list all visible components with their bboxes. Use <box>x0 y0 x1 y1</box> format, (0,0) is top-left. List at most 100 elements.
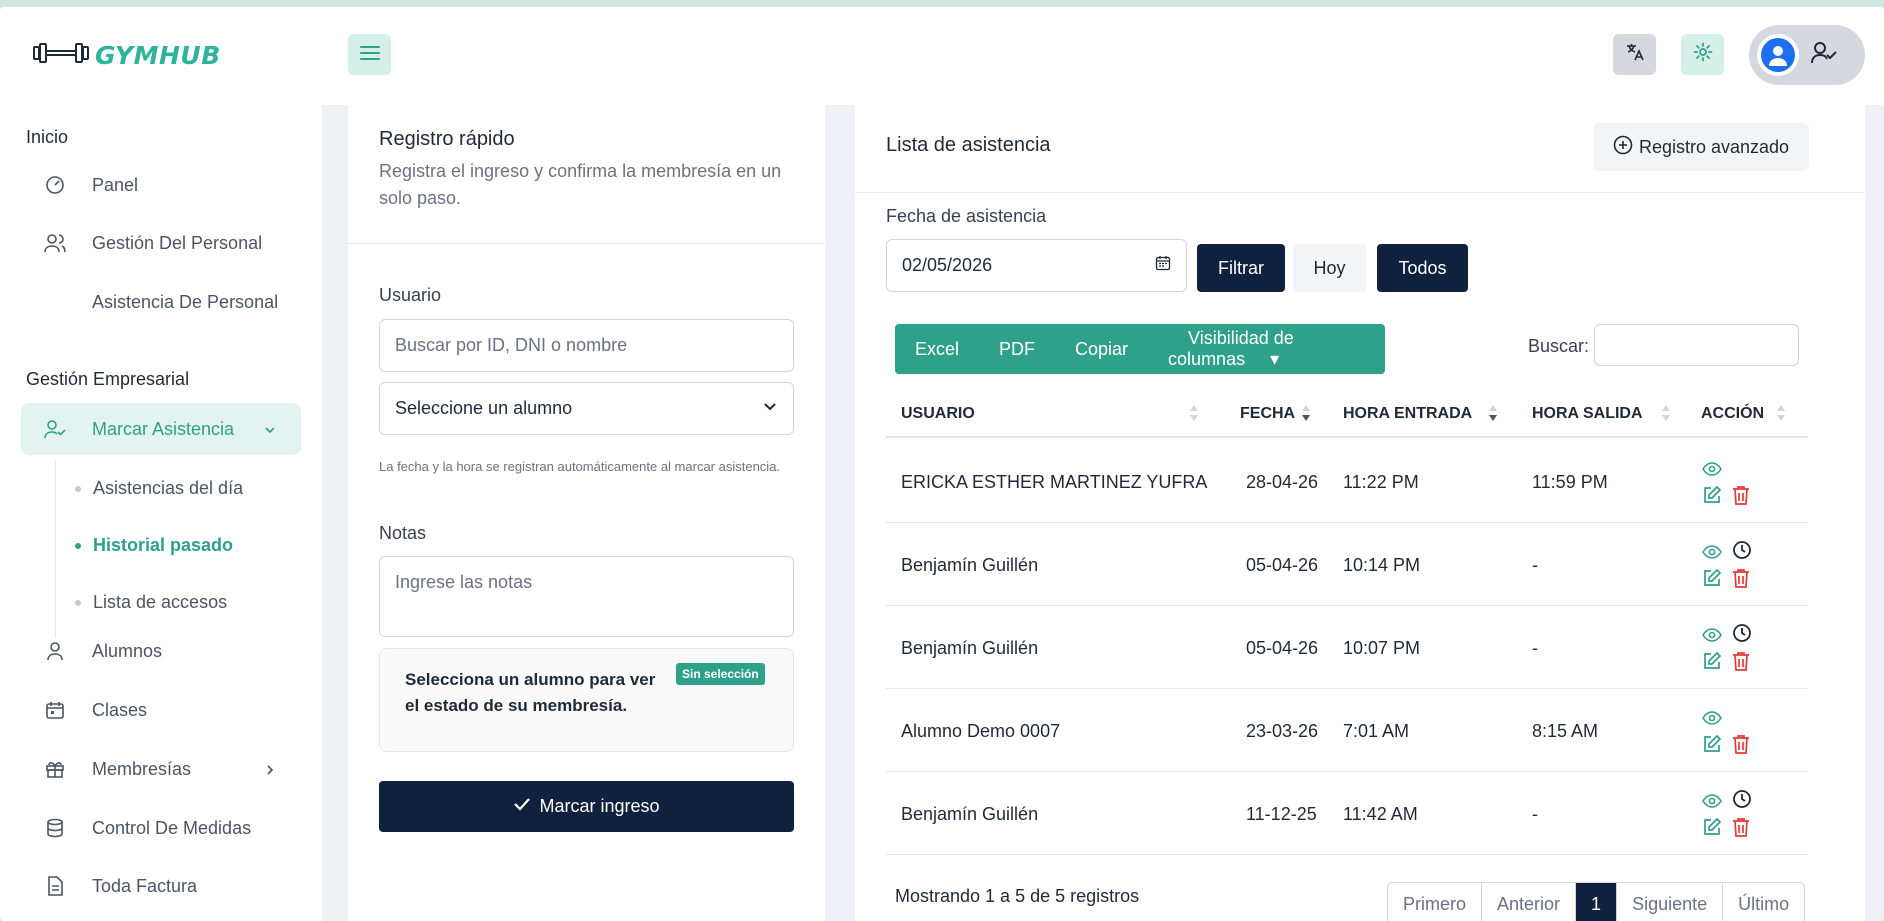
sort-icon[interactable] <box>1776 403 1786 423</box>
today-button[interactable]: Hoy <box>1293 244 1366 292</box>
status-badge: Sin selección <box>676 663 765 685</box>
settings-button[interactable] <box>1681 34 1724 75</box>
cell-hora-salida: - <box>1532 638 1538 658</box>
user-search-input[interactable] <box>379 319 794 372</box>
chevron-down-icon <box>762 398 778 419</box>
sidebar-item-label: Alumnos <box>92 640 163 661</box>
delete-icon[interactable] <box>1730 816 1752 838</box>
cell-hora-salida: - <box>1532 555 1538 575</box>
edit-icon[interactable] <box>1701 733 1723 755</box>
sidebar-item-control-medidas[interactable]: Control De Medidas <box>21 802 301 854</box>
sidebar-item-label: Clases <box>92 699 148 720</box>
language-button[interactable] <box>1613 34 1656 75</box>
column-header-usuario[interactable]: USUARIO <box>901 405 975 423</box>
user-icon <box>44 640 66 662</box>
edit-icon[interactable] <box>1701 816 1723 838</box>
submenu-item-lista-accesos[interactable]: Lista de accesos <box>75 592 227 613</box>
pdf-button[interactable]: PDF <box>979 339 1055 360</box>
quick-register-card: Registro rápido Registra el ingreso y co… <box>348 105 825 921</box>
sidebar-item-asistencia-personal[interactable]: Asistencia De Personal <box>21 276 301 328</box>
sidebar-item-panel[interactable]: Panel <box>21 159 301 211</box>
brand-logo[interactable]: GYMHUB <box>33 41 221 70</box>
cell-usuario: Benjamín Guillén <box>901 638 1039 658</box>
table-row: Benjamín Guillén 05-04-26 10:14 PM - <box>886 523 1808 606</box>
excel-button[interactable]: Excel <box>895 339 979 360</box>
users-icon <box>44 232 66 254</box>
sort-icon[interactable] <box>1661 403 1671 423</box>
student-select[interactable]: Seleccione un alumno <box>379 382 794 435</box>
cell-hora-entrada: 7:01 AM <box>1343 721 1410 741</box>
dumbbell-icon <box>33 41 89 70</box>
page-last-button[interactable]: Último <box>1723 883 1804 921</box>
delete-icon[interactable] <box>1730 567 1752 589</box>
sidebar-item-clases[interactable]: Clases <box>21 684 301 736</box>
page-first-button[interactable]: Primero <box>1388 883 1483 921</box>
edit-icon[interactable] <box>1701 484 1723 506</box>
submenu-item-label: Historial pasado <box>93 535 234 555</box>
view-icon[interactable] <box>1701 624 1723 646</box>
user-menu[interactable] <box>1749 25 1865 85</box>
view-icon[interactable] <box>1701 790 1723 812</box>
cell-fecha: 05-04-26 <box>1246 638 1319 658</box>
view-icon[interactable] <box>1701 707 1723 729</box>
edit-icon[interactable] <box>1701 567 1723 589</box>
sidebar-item-label: Toda Factura <box>92 875 198 896</box>
page-number-button[interactable]: 1 <box>1576 883 1618 921</box>
clock-out-icon[interactable] <box>1731 539 1753 561</box>
table-row: Alumno Demo 0007 23-03-26 7:01 AM 8:15 AM <box>886 689 1808 772</box>
hamburger-icon <box>359 45 380 64</box>
menu-toggle-button[interactable] <box>348 34 391 75</box>
mark-entry-button[interactable]: Marcar ingreso <box>379 781 794 832</box>
cell-fecha: 28-04-26 <box>1246 472 1319 492</box>
sort-icon[interactable] <box>1301 403 1311 423</box>
all-button[interactable]: Todos <box>1377 244 1468 292</box>
view-icon[interactable] <box>1701 458 1723 480</box>
page-previous-button[interactable]: Anterior <box>1482 883 1577 921</box>
membership-status-box: Selecciona un alumno para ver el estado … <box>379 648 794 752</box>
sidebar-item-gestion-personal[interactable]: Gestión Del Personal <box>21 217 301 269</box>
delete-icon[interactable] <box>1730 733 1752 755</box>
user-label: Usuario <box>379 285 442 305</box>
top-bar: GYMHUB <box>0 7 1884 105</box>
cell-hora-entrada: 11:22 PM <box>1343 472 1419 492</box>
view-icon[interactable] <box>1701 541 1723 563</box>
cell-hora-salida: 11:59 PM <box>1532 472 1608 492</box>
submenu-item-label: Asistencias del día <box>93 478 244 498</box>
column-header-hora-salida[interactable]: HORA SALIDA <box>1532 405 1643 423</box>
cell-fecha: 05-04-26 <box>1246 555 1319 575</box>
table-search-input[interactable] <box>1594 324 1799 366</box>
sort-icon[interactable] <box>1189 403 1199 423</box>
sidebar-item-membresias[interactable]: Membresías <box>21 743 301 795</box>
edit-icon[interactable] <box>1701 650 1723 672</box>
divider <box>855 192 1865 193</box>
search-label: Buscar: <box>1528 336 1590 356</box>
notes-textarea[interactable] <box>379 556 794 637</box>
column-visibility-button[interactable]: Visibilidad de columnas ▾ <box>1148 328 1385 370</box>
delete-icon[interactable] <box>1730 650 1752 672</box>
student-select-value: Seleccione un alumno <box>395 398 573 418</box>
filter-button[interactable]: Filtrar <box>1197 244 1285 292</box>
delete-icon[interactable] <box>1730 484 1752 506</box>
sidebar-item-alumnos[interactable]: Alumnos <box>21 625 301 677</box>
page-next-button[interactable]: Siguiente <box>1617 883 1724 921</box>
column-header-hora-entrada[interactable]: HORA ENTRADA <box>1343 405 1472 423</box>
clock-out-icon[interactable] <box>1731 622 1753 644</box>
submenu-item-historial-pasado[interactable]: Historial pasado <box>75 535 233 556</box>
sidebar-item-toda-factura[interactable]: Toda Factura <box>21 860 301 912</box>
copy-button[interactable]: Copiar <box>1055 339 1148 360</box>
column-header-fecha[interactable]: FECHA <box>1240 405 1295 423</box>
calendar-icon[interactable] <box>1155 255 1171 276</box>
table-row: Benjamín Guillén 05-04-26 10:07 PM - <box>886 606 1808 689</box>
date-input[interactable]: 02/05/2026 <box>886 239 1187 292</box>
sidebar-item-marcar-asistencia[interactable]: Marcar Asistencia <box>21 403 301 455</box>
sidebar-item-label: Membresías <box>92 758 192 779</box>
user-check-icon <box>1811 41 1837 70</box>
clock-out-icon[interactable] <box>1731 788 1753 810</box>
pagination: Primero Anterior 1 Siguiente Último <box>1387 882 1806 921</box>
submenu-item-asistencias-dia[interactable]: Asistencias del día <box>75 478 243 499</box>
column-header-accion: ACCIÓN <box>1701 405 1765 422</box>
submenu-divider <box>55 460 56 638</box>
advanced-register-button[interactable]: Registro avanzado <box>1593 123 1809 171</box>
sort-icon[interactable] <box>1488 403 1498 423</box>
cell-usuario: ERICKA ESTHER MARTINEZ YUFRA <box>901 472 1208 492</box>
